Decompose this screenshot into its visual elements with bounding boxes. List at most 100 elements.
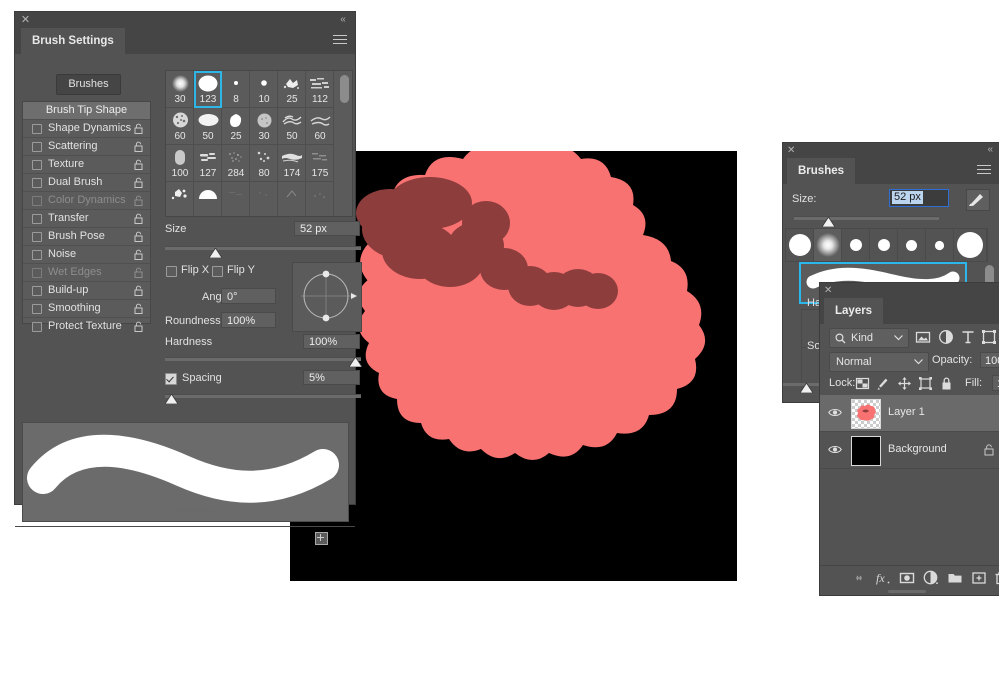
spacing-slider-handle[interactable] (165, 394, 178, 404)
brushes-size-input[interactable]: 52 px (889, 189, 949, 207)
checkbox-transfer[interactable] (32, 214, 42, 224)
layer-kind-select[interactable]: Kind (829, 328, 909, 348)
preset-cell[interactable]: 10 (250, 71, 278, 108)
preset-cell[interactable]: 8 (222, 71, 250, 108)
close-icon[interactable]: ✕ (787, 145, 795, 156)
flip-x-checkbox[interactable] (166, 266, 177, 277)
close-icon[interactable]: ✕ (20, 15, 31, 26)
option-texture[interactable]: Texture (23, 155, 150, 173)
lock-open-icon[interactable] (134, 303, 143, 314)
spacing-slider-track[interactable] (165, 394, 361, 398)
lock-all-icon[interactable] (939, 376, 954, 391)
preset-cell-selected[interactable]: 123 (194, 71, 222, 108)
lock-artboard-icon[interactable] (918, 376, 933, 391)
preset-cell[interactable]: 284 (222, 145, 250, 182)
lock-position-icon[interactable] (897, 376, 912, 391)
fill-input[interactable]: 100 (992, 375, 999, 391)
option-dual-brush[interactable]: Dual Brush (23, 173, 150, 191)
preset-cell[interactable] (306, 182, 334, 217)
angle-input[interactable]: 0° (221, 288, 276, 304)
checkbox-protect-texture[interactable] (32, 322, 42, 332)
preset-cell[interactable]: 50 (278, 108, 306, 145)
brushes-size-slider-track[interactable] (794, 216, 939, 220)
preset-cell[interactable]: 174 (278, 145, 306, 182)
preset-cell[interactable]: 30 (166, 71, 194, 108)
option-wet-edges[interactable]: Wet Edges (23, 263, 150, 281)
circle-preset-soft-large[interactable] (814, 229, 842, 261)
brush-preset-grid[interactable]: 30 123 8 10 (165, 70, 353, 217)
layers-panel-resize-handle[interactable] (888, 590, 926, 593)
angle-roundness-dial[interactable] (292, 262, 362, 332)
preset-cell[interactable]: 60 (306, 108, 334, 145)
preset-cell[interactable]: 127 (194, 145, 222, 182)
checkbox-build-up[interactable] (32, 286, 42, 296)
option-build-up[interactable]: Build-up (23, 281, 150, 299)
new-group-icon[interactable] (947, 570, 963, 586)
preset-cell[interactable]: 112 (306, 71, 334, 108)
preset-cell[interactable]: 50 (194, 108, 222, 145)
size-slider-handle[interactable] (209, 248, 222, 258)
circle-preset-hard-small[interactable] (870, 229, 898, 261)
circle-preset-hard-xsmall[interactable] (926, 229, 954, 261)
preset-cell[interactable] (250, 182, 278, 217)
double-chevron-left-icon[interactable]: « (337, 14, 349, 26)
checkbox-texture[interactable] (32, 160, 42, 170)
lock-open-icon[interactable] (134, 285, 143, 296)
lock-open-icon[interactable] (134, 249, 143, 260)
option-transfer[interactable]: Transfer (23, 209, 150, 227)
lock-image-pixels-icon[interactable] (876, 376, 891, 391)
layer-style-fx-icon[interactable]: fx (875, 570, 891, 586)
hardness-slider-handle[interactable] (349, 357, 362, 367)
adjustment-layer-icon[interactable] (938, 329, 954, 345)
circle-preset-hard-xlarge[interactable] (954, 229, 987, 261)
preset-cell[interactable] (278, 182, 306, 217)
preset-cell[interactable] (222, 182, 250, 217)
preset-grid-scrollbar[interactable] (340, 75, 349, 103)
brush-tool-icon[interactable] (966, 189, 990, 211)
close-icon[interactable]: ✕ (824, 285, 832, 296)
preset-cell[interactable]: 175 (306, 145, 334, 182)
new-layer-icon[interactable] (971, 570, 987, 586)
preset-cell[interactable]: 25 (222, 108, 250, 145)
checkbox-noise[interactable] (32, 250, 42, 260)
size-input[interactable]: 52 px (294, 221, 360, 236)
lock-open-icon[interactable] (134, 177, 143, 188)
checkbox-dual-brush[interactable] (32, 178, 42, 188)
brushes-size-slider-handle[interactable] (822, 217, 835, 227)
preset-cell[interactable]: 60 (166, 108, 194, 145)
option-brush-pose[interactable]: Brush Pose (23, 227, 150, 245)
spacing-input[interactable]: 5% (303, 370, 360, 385)
hardness-input[interactable]: 100% (303, 334, 360, 349)
tab-brushes[interactable]: Brushes (787, 158, 855, 184)
layer-mask-icon[interactable] (899, 570, 915, 586)
new-brush-icon[interactable] (315, 532, 328, 545)
size-slider-track[interactable] (165, 246, 361, 250)
eye-icon[interactable] (828, 407, 842, 418)
layer-thumbnail-layer-1[interactable] (851, 399, 881, 429)
preset-cell[interactable]: 25 (278, 71, 306, 108)
layer-row-background[interactable]: Background (820, 432, 999, 469)
preset-cell[interactable] (194, 182, 222, 217)
tab-brush-settings[interactable]: Brush Settings (21, 28, 125, 54)
circle-preset-hard-large[interactable] (786, 229, 814, 261)
checkbox-wet-edges[interactable] (32, 268, 42, 278)
lock-transparent-pixels-icon[interactable] (855, 376, 870, 391)
preset-cell[interactable]: 100 (166, 145, 194, 182)
checkbox-shape-dynamics[interactable] (32, 124, 42, 134)
option-color-dynamics[interactable]: Color Dynamics (23, 191, 150, 209)
image-layer-icon[interactable] (915, 329, 931, 345)
hardness-slider-track[interactable] (165, 357, 361, 361)
panel-resize-handle[interactable] (175, 510, 215, 513)
option-smoothing[interactable]: Smoothing (23, 299, 150, 317)
layer-row-layer-1[interactable]: Layer 1 (820, 395, 999, 432)
circle-preset-hard-small[interactable] (842, 229, 870, 261)
checkbox-brush-pose[interactable] (32, 232, 42, 242)
eye-icon[interactable] (828, 444, 842, 455)
lock-open-icon[interactable] (134, 159, 143, 170)
checkbox-color-dynamics[interactable] (32, 196, 42, 206)
opacity-input[interactable]: 100 (980, 352, 999, 368)
lock-open-icon[interactable] (134, 141, 143, 152)
roundness-input[interactable]: 100% (221, 312, 276, 328)
lock-open-icon[interactable] (134, 231, 143, 242)
preset-cell[interactable] (166, 182, 194, 217)
